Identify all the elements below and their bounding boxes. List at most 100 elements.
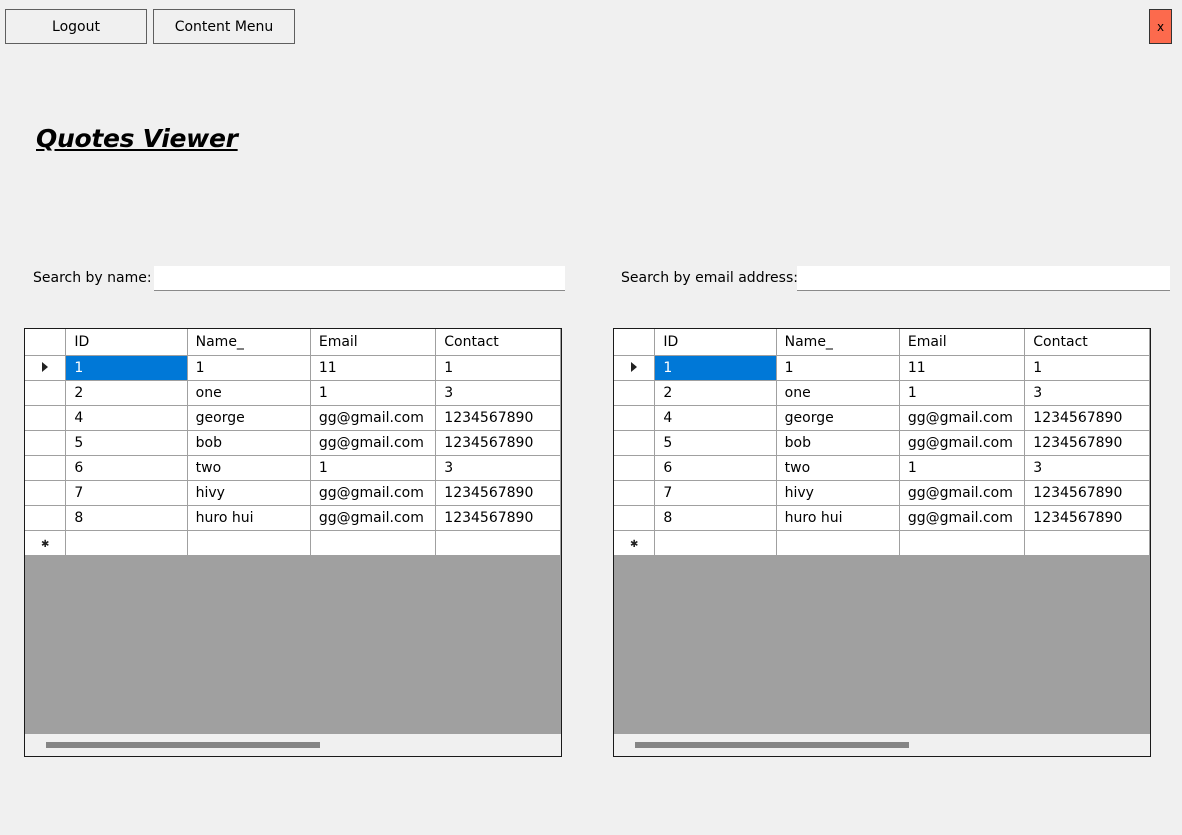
table-cell[interactable]: gg@gmail.com: [309, 405, 437, 431]
table-row[interactable]: 8 huro hui gg@gmail.com 1234567890: [614, 505, 1150, 531]
row-header[interactable]: [614, 480, 656, 506]
row-header[interactable]: [614, 430, 656, 456]
table-cell[interactable]: 1234567890: [1024, 405, 1150, 431]
table-row[interactable]: 4 george gg@gmail.com 1234567890: [614, 405, 1150, 431]
table-cell[interactable]: 1: [898, 455, 1026, 481]
table-cell[interactable]: 1234567890: [1024, 505, 1150, 531]
row-header[interactable]: [614, 405, 656, 431]
table-row[interactable]: 5 bob gg@gmail.com 1234567890: [614, 430, 1150, 456]
table-cell[interactable]: [775, 530, 900, 556]
table-cell[interactable]: 1234567890: [435, 480, 561, 506]
table-cell[interactable]: 1234567890: [1024, 480, 1150, 506]
table-cell[interactable]: [65, 530, 188, 556]
table-cell[interactable]: 1: [309, 455, 437, 481]
row-header[interactable]: [25, 380, 67, 406]
column-header-email[interactable]: Email: [309, 329, 437, 356]
table-cell[interactable]: huro hui: [186, 505, 311, 531]
table-cell[interactable]: [654, 530, 777, 556]
table-cell[interactable]: 1: [898, 380, 1026, 406]
table-cell[interactable]: [1024, 530, 1150, 556]
row-header[interactable]: [25, 455, 67, 481]
header-corner[interactable]: [614, 329, 656, 356]
horizontal-scrollbar[interactable]: [25, 734, 561, 756]
column-header-name[interactable]: Name_: [186, 329, 311, 356]
table-cell[interactable]: 3: [435, 380, 561, 406]
logout-button[interactable]: Logout: [5, 9, 147, 44]
table-cell[interactable]: [309, 530, 437, 556]
right-data-grid[interactable]: ID Name_ Email Contact 1 1 11 1 2 one 1 …: [613, 328, 1151, 757]
column-header-name[interactable]: Name_: [775, 329, 900, 356]
table-cell[interactable]: 1234567890: [435, 505, 561, 531]
table-cell[interactable]: 1234567890: [435, 405, 561, 431]
table-cell[interactable]: 6: [654, 455, 777, 481]
row-header[interactable]: ✱: [614, 530, 656, 556]
search-email-input[interactable]: [797, 266, 1170, 291]
table-cell[interactable]: gg@gmail.com: [898, 405, 1026, 431]
close-button[interactable]: x: [1149, 9, 1172, 44]
new-row[interactable]: ✱: [25, 530, 561, 556]
table-cell[interactable]: gg@gmail.com: [309, 430, 437, 456]
table-cell[interactable]: 2: [65, 380, 188, 406]
table-cell[interactable]: [186, 530, 311, 556]
table-cell[interactable]: two: [186, 455, 311, 481]
column-header-id[interactable]: ID: [654, 329, 777, 356]
table-cell[interactable]: bob: [775, 430, 900, 456]
table-row[interactable]: 6 two 1 3: [614, 455, 1150, 481]
table-cell[interactable]: 8: [654, 505, 777, 531]
table-row[interactable]: 7 hivy gg@gmail.com 1234567890: [25, 480, 561, 506]
table-cell[interactable]: two: [775, 455, 900, 481]
table-cell[interactable]: 1: [654, 355, 777, 381]
table-row[interactable]: 8 huro hui gg@gmail.com 1234567890: [25, 505, 561, 531]
row-header[interactable]: ✱: [25, 530, 67, 556]
column-header-id[interactable]: ID: [65, 329, 188, 356]
table-cell[interactable]: 11: [309, 355, 437, 381]
header-corner[interactable]: [25, 329, 67, 356]
table-cell[interactable]: huro hui: [775, 505, 900, 531]
horizontal-scrollbar[interactable]: [614, 734, 1150, 756]
content-menu-button[interactable]: Content Menu: [153, 9, 295, 44]
table-cell[interactable]: [898, 530, 1026, 556]
table-cell[interactable]: 1234567890: [1024, 430, 1150, 456]
table-cell[interactable]: gg@gmail.com: [309, 480, 437, 506]
table-cell[interactable]: hivy: [186, 480, 311, 506]
table-cell[interactable]: [435, 530, 561, 556]
row-header[interactable]: [25, 430, 67, 456]
table-cell[interactable]: gg@gmail.com: [898, 480, 1026, 506]
table-cell[interactable]: 6: [65, 455, 188, 481]
new-row[interactable]: ✱: [614, 530, 1150, 556]
left-data-grid[interactable]: ID Name_ Email Contact 1 1 11 1 2 one 1 …: [24, 328, 562, 757]
table-cell[interactable]: 5: [654, 430, 777, 456]
table-row[interactable]: 1 1 11 1: [25, 355, 561, 381]
table-cell[interactable]: one: [186, 380, 311, 406]
table-cell[interactable]: 7: [65, 480, 188, 506]
column-header-contact[interactable]: Contact: [435, 329, 561, 356]
table-cell[interactable]: 1: [1024, 355, 1150, 381]
table-cell[interactable]: 4: [65, 405, 188, 431]
table-cell[interactable]: 1: [65, 355, 188, 381]
row-header[interactable]: [614, 455, 656, 481]
scrollbar-thumb[interactable]: [635, 742, 909, 748]
table-cell[interactable]: 8: [65, 505, 188, 531]
table-cell[interactable]: george: [186, 405, 311, 431]
table-row[interactable]: 1 1 11 1: [614, 355, 1150, 381]
row-header[interactable]: [25, 355, 67, 381]
row-header[interactable]: [614, 380, 656, 406]
table-cell[interactable]: 1234567890: [435, 430, 561, 456]
table-row[interactable]: 7 hivy gg@gmail.com 1234567890: [614, 480, 1150, 506]
row-header[interactable]: [25, 405, 67, 431]
table-cell[interactable]: hivy: [775, 480, 900, 506]
column-header-email[interactable]: Email: [898, 329, 1026, 356]
table-cell[interactable]: 3: [1024, 380, 1150, 406]
row-header[interactable]: [25, 505, 67, 531]
table-cell[interactable]: 2: [654, 380, 777, 406]
table-cell[interactable]: 3: [435, 455, 561, 481]
table-cell[interactable]: 4: [654, 405, 777, 431]
table-cell[interactable]: gg@gmail.com: [309, 505, 437, 531]
table-cell[interactable]: 1: [186, 355, 311, 381]
table-cell[interactable]: gg@gmail.com: [898, 505, 1026, 531]
row-header[interactable]: [614, 355, 656, 381]
search-name-input[interactable]: [154, 266, 565, 291]
table-cell[interactable]: 3: [1024, 455, 1150, 481]
table-cell[interactable]: 7: [654, 480, 777, 506]
table-cell[interactable]: george: [775, 405, 900, 431]
